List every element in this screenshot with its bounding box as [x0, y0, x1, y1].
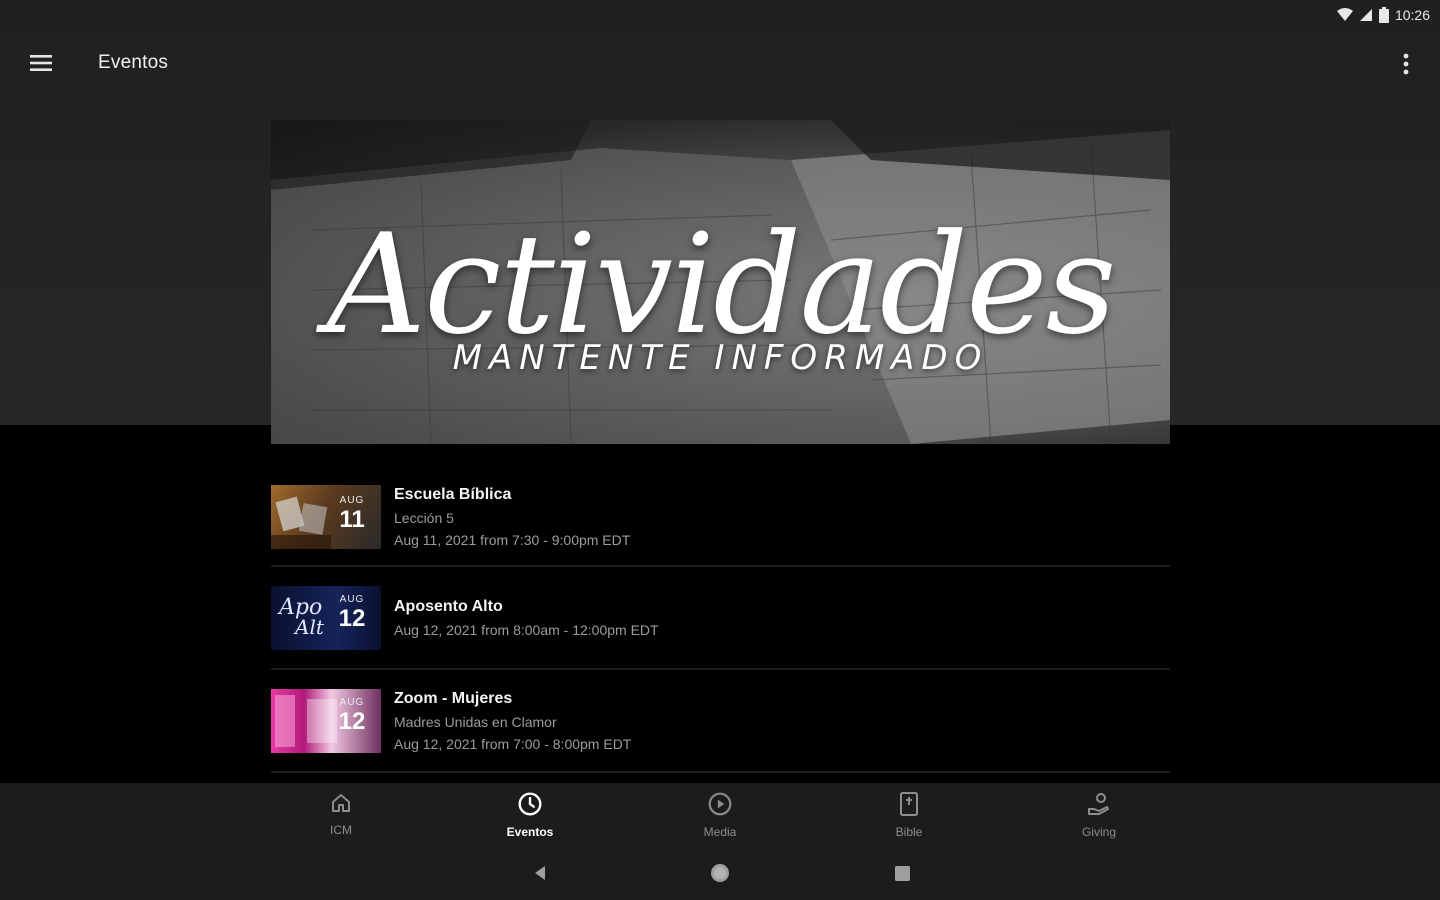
thumb-month: AUG	[339, 696, 365, 708]
signal-icon	[1359, 8, 1373, 22]
event-subtitle: Madres Unidas en Clamor	[394, 713, 557, 730]
event-title: Aposento Alto	[394, 597, 503, 615]
event-time: Aug 12, 2021 from 7:00 - 8:00pm EDT	[394, 735, 632, 752]
battery-icon	[1378, 7, 1389, 23]
thumb-month: AUG	[339, 593, 365, 605]
hamburger-menu-icon[interactable]	[13, 35, 69, 91]
thumb-day: 12	[338, 707, 366, 735]
status-bar: 10:26	[0, 0, 1440, 30]
nav-label: Giving	[1081, 825, 1116, 839]
thumb-day: 11	[339, 506, 365, 533]
bible-icon	[897, 791, 921, 822]
nav-item-bible[interactable]: Bible	[849, 791, 969, 839]
event-text: Escuela Bíblica Lección 5 Aug 11, 2021 f…	[394, 486, 630, 548]
wifi-icon	[1336, 8, 1353, 22]
bottom-navigation: ICM Eventos Media Bible Giving	[0, 783, 1440, 846]
thumb-date: AUG 12	[335, 697, 369, 735]
event-thumbnail: AUG 11	[271, 485, 381, 549]
back-icon[interactable]	[528, 861, 552, 885]
event-thumbnail: AUG 12	[271, 688, 381, 753]
banner-subtitle: MANTENTE INFORMADO	[452, 338, 989, 378]
nav-label: Media	[703, 825, 737, 839]
event-subtitle: Lección 5	[394, 510, 454, 526]
nav-item-giving[interactable]: Giving	[1039, 791, 1159, 839]
event-title: Escuela Bíblica	[394, 486, 512, 503]
event-row-aposento-alto[interactable]: Apo Alt AUG 12 Aposento Alto Aug 12, 202…	[271, 567, 1170, 670]
thumb-date: AUG 12	[335, 594, 369, 632]
event-list: AUG 11 Escuela Bíblica Lección 5 Aug 11,…	[271, 469, 1170, 773]
event-row-escuela-biblica[interactable]: AUG 11 Escuela Bíblica Lección 5 Aug 11,…	[271, 469, 1170, 567]
recents-icon[interactable]	[890, 861, 914, 885]
home-circle-icon[interactable]	[708, 861, 732, 885]
status-time: 10:26	[1394, 7, 1430, 23]
system-navigation-bar	[0, 846, 1440, 900]
thumb-date: AUG 11	[335, 495, 369, 533]
nav-item-media[interactable]: Media	[660, 791, 780, 839]
banner-title: Actividades	[326, 204, 1116, 365]
clock-icon	[517, 791, 543, 822]
play-circle-icon	[707, 791, 733, 822]
event-thumbnail: Apo Alt AUG 12	[271, 585, 381, 650]
nav-label: Eventos	[506, 825, 554, 839]
nav-label: ICM	[330, 823, 352, 837]
event-text: Aposento Alto Aug 12, 2021 from 8:00am -…	[394, 598, 659, 638]
app-bar: Eventos	[0, 30, 1440, 96]
page-title: Eventos	[98, 52, 169, 73]
event-text: Zoom - Mujeres Madres Unidas en Clamor A…	[394, 690, 631, 752]
event-time: Aug 12, 2021 from 8:00am - 12:00pm EDT	[394, 621, 659, 638]
nav-item-icm[interactable]: ICM	[281, 791, 401, 837]
home-icon	[329, 791, 353, 820]
events-banner: Actividades MANTENTE INFORMADO	[271, 120, 1170, 444]
svg-text:Alt: Alt	[293, 615, 325, 639]
nav-item-eventos[interactable]: Eventos	[470, 791, 590, 839]
events-screen: 10:26 Eventos Actividades MANTENTE INFOR…	[0, 0, 1440, 900]
event-title: Zoom - Mujeres	[394, 689, 513, 707]
thumb-day: 12	[338, 604, 366, 632]
event-time: Aug 11, 2021 from 7:30 - 9:00pm EDT	[394, 532, 631, 548]
more-vert-icon[interactable]	[1386, 36, 1426, 92]
giving-hand-icon	[1086, 791, 1112, 822]
nav-label: Bible	[895, 825, 923, 839]
event-row-zoom-mujeres[interactable]: AUG 12 Zoom - Mujeres Madres Unidas en C…	[271, 670, 1170, 773]
